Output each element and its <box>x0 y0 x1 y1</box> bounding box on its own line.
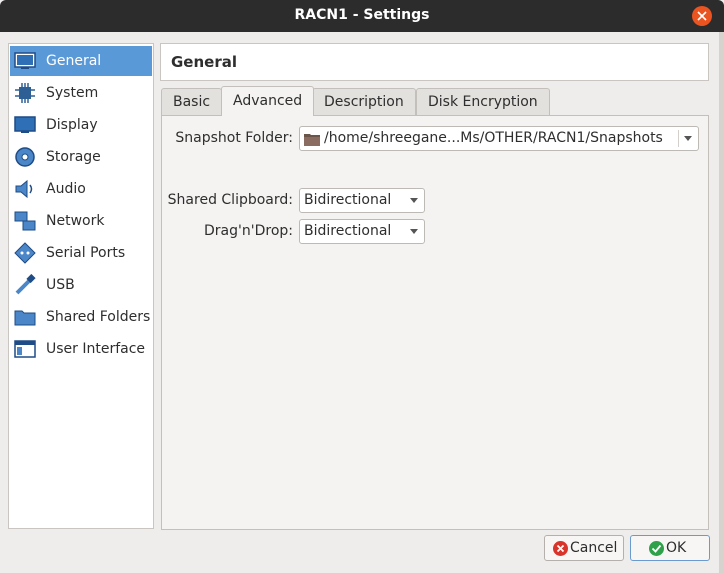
chevron-down-icon <box>410 229 418 234</box>
sidebar-item-label: Display <box>46 117 98 133</box>
window-title: RACN1 - Settings <box>294 7 430 23</box>
drag-drop-select[interactable]: Bidirectional <box>299 219 425 244</box>
page-header: General <box>160 43 709 81</box>
serial-port-icon <box>12 240 38 266</box>
sidebar-item-display[interactable]: Display <box>10 110 152 140</box>
sidebar-item-system[interactable]: System <box>10 78 152 108</box>
sidebar-item-label: System <box>46 85 99 101</box>
cancel-icon <box>553 540 568 556</box>
snapshot-folder-select[interactable]: /home/shreegane...Ms/OTHER/RACN1/Snapsho… <box>299 126 699 151</box>
sidebar-item-label: USB <box>46 277 75 293</box>
combo-separator <box>678 130 679 147</box>
audio-speaker-icon <box>12 176 38 202</box>
snapshot-folder-label: Snapshot Folder: <box>175 130 293 146</box>
snapshot-folder-value: /home/shreegane...Ms/OTHER/RACN1/Snapsho… <box>324 130 663 146</box>
ok-button[interactable]: OK <box>630 535 710 561</box>
cancel-label: Cancel <box>570 540 618 556</box>
ok-label: OK <box>666 540 687 556</box>
tab-disk-encryption[interactable]: Disk Encryption <box>416 88 550 115</box>
sidebar-item-label: User Interface <box>46 341 146 357</box>
tab-description[interactable]: Description <box>312 88 416 115</box>
sidebar-item-label: Storage <box>46 149 101 165</box>
shared-clipboard-select[interactable]: Bidirectional <box>299 188 425 213</box>
sidebar-item-usb[interactable]: USB <box>10 270 152 300</box>
sidebar-item-label: General <box>46 53 102 69</box>
sidebar-item-label: Shared Folders <box>46 309 151 325</box>
general-icon <box>12 48 38 74</box>
sidebar-item-label: Network <box>46 213 105 229</box>
folder-icon <box>304 134 320 146</box>
sidebar-item-label: Audio <box>46 181 86 197</box>
sidebar-item-shared-folders[interactable]: Shared Folders <box>10 302 152 332</box>
cancel-button[interactable]: Cancel <box>544 535 624 561</box>
close-icon <box>697 11 707 21</box>
close-button[interactable] <box>692 6 712 26</box>
sidebar-item-storage[interactable]: Storage <box>10 142 152 172</box>
drag-drop-label: Drag'n'Drop: <box>204 223 293 239</box>
tab-label: Description <box>324 94 404 110</box>
sidebar-item-general[interactable]: General <box>10 46 152 76</box>
shared-folder-icon <box>12 304 38 330</box>
user-interface-icon <box>12 336 38 362</box>
sidebar-item-serial-ports[interactable]: Serial Ports <box>10 238 152 268</box>
storage-disk-icon <box>12 144 38 170</box>
tab-label: Advanced <box>233 93 303 109</box>
tab-label: Disk Encryption <box>428 94 538 110</box>
network-icon <box>12 208 38 234</box>
dialog-content: General System Display Storage Audio Net… <box>0 32 719 573</box>
tab-basic[interactable]: Basic <box>161 88 223 115</box>
tab-advanced[interactable]: Advanced <box>221 86 315 116</box>
check-icon <box>649 540 664 556</box>
system-chip-icon <box>12 80 38 106</box>
chevron-down-icon <box>684 136 692 141</box>
usb-icon <box>12 272 38 298</box>
sidebar-item-network[interactable]: Network <box>10 206 152 236</box>
shared-clipboard-value: Bidirectional <box>304 192 392 208</box>
tab-label: Basic <box>173 94 211 110</box>
title-bar: RACN1 - Settings <box>0 0 724 32</box>
settings-sidebar: General System Display Storage Audio Net… <box>8 43 154 529</box>
display-monitor-icon <box>12 112 38 138</box>
sidebar-item-label: Serial Ports <box>46 245 126 261</box>
sidebar-item-audio[interactable]: Audio <box>10 174 152 204</box>
window-edge <box>719 32 724 573</box>
advanced-panel: Snapshot Folder: /home/shreegane...Ms/OT… <box>161 115 709 530</box>
drag-drop-value: Bidirectional <box>304 223 392 239</box>
page-title: General <box>171 53 237 71</box>
sidebar-item-user-interface[interactable]: User Interface <box>10 334 152 364</box>
chevron-down-icon <box>410 198 418 203</box>
shared-clipboard-label: Shared Clipboard: <box>167 192 293 208</box>
